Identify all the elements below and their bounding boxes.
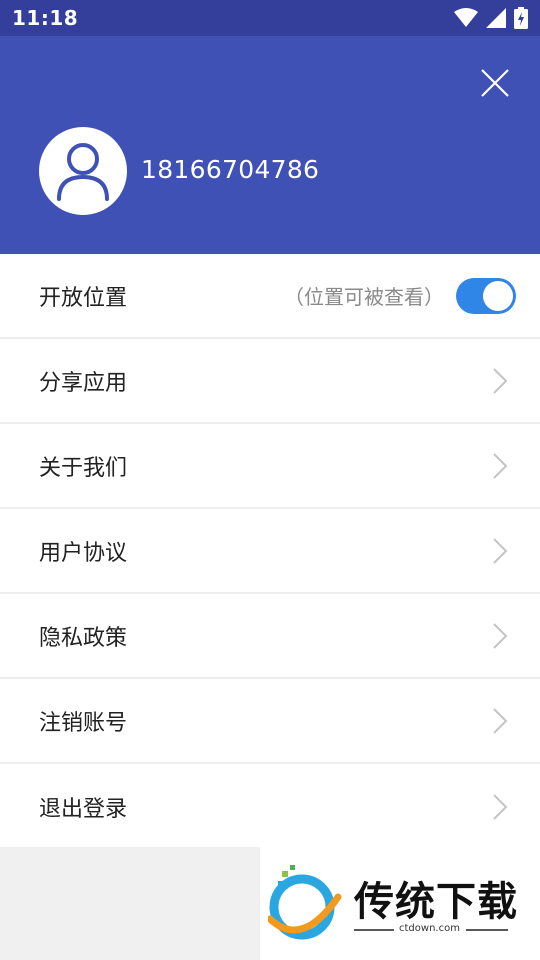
- menu-item-share-app[interactable]: 分享应用: [0, 339, 540, 424]
- menu-item-label: 退出登录: [39, 796, 128, 822]
- menu-item-label: 用户协议: [39, 540, 128, 566]
- menu-item-logout[interactable]: 退出登录: [0, 764, 540, 849]
- location-hint: （位置可被查看）: [284, 285, 444, 309]
- user-icon: [57, 143, 109, 201]
- menu-item-privacy-policy[interactable]: 隐私政策: [0, 594, 540, 679]
- location-row: 开放位置 （位置可被查看）: [0, 254, 540, 339]
- watermark-site: ctdown.com: [399, 923, 460, 934]
- chevron-right-icon: [493, 537, 508, 564]
- wifi-icon: [454, 8, 478, 28]
- watermark-brand: 传统下载: [354, 879, 518, 925]
- menu-item-label: 关于我们: [39, 455, 128, 481]
- settings-menu: 开放位置 （位置可被查看） 分享应用 关于我们 用户协议 隐私政策 注销账号 退…: [0, 254, 540, 849]
- chevron-right-icon: [493, 707, 508, 734]
- chevron-right-icon: [493, 367, 508, 394]
- close-button[interactable]: [478, 66, 512, 100]
- menu-item-user-agreement[interactable]: 用户协议: [0, 509, 540, 594]
- status-icons: [454, 7, 528, 29]
- watermark-logo: 传统下载 ctdown.com: [266, 859, 528, 954]
- location-toggle[interactable]: [456, 277, 516, 314]
- battery-charging-icon: [514, 7, 528, 29]
- cellular-signal-icon: [486, 8, 506, 28]
- menu-item-label: 隐私政策: [39, 625, 128, 651]
- chevron-right-icon: [493, 452, 508, 479]
- close-icon: [481, 69, 509, 97]
- location-label: 开放位置: [39, 285, 128, 311]
- bottom-area: 传统下载 ctdown.com: [0, 847, 540, 960]
- chevron-right-icon: [493, 793, 508, 820]
- status-bar: 11:18: [0, 0, 540, 36]
- chevron-right-icon: [493, 622, 508, 649]
- menu-item-label: 分享应用: [39, 370, 128, 396]
- toggle-knob: [483, 280, 513, 311]
- menu-item-about-us[interactable]: 关于我们: [0, 424, 540, 509]
- menu-item-delete-account[interactable]: 注销账号: [0, 679, 540, 764]
- status-time: 11:18: [12, 6, 79, 30]
- menu-item-label: 注销账号: [39, 710, 128, 736]
- empty-area: [0, 847, 260, 960]
- profile-header: 18166704786: [0, 36, 540, 254]
- avatar[interactable]: [39, 127, 127, 215]
- username: 18166704786: [141, 155, 320, 184]
